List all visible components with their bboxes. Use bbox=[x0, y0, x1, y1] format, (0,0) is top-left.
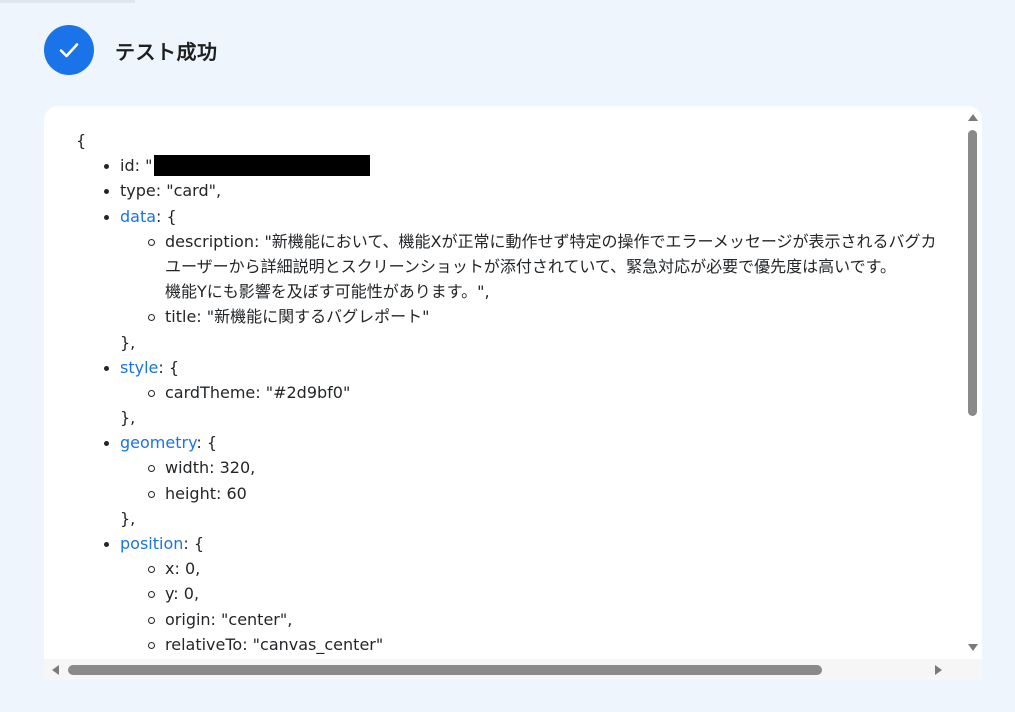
circle-bullet-icon bbox=[148, 566, 155, 574]
check-icon bbox=[59, 43, 79, 58]
geometry-close: }, bbox=[120, 508, 136, 528]
description-text-2: ユーザーから詳細説明とスクリーンショットが添付されていて、緊急対応が必要で優先度… bbox=[165, 256, 897, 276]
data-close: }, bbox=[120, 332, 136, 352]
json-item-data: data: { bbox=[76, 204, 937, 229]
scroll-left-arrow-icon[interactable] bbox=[52, 665, 59, 675]
circle-bullet-icon bbox=[148, 591, 155, 599]
data-open: : { bbox=[156, 206, 177, 226]
json-item-height: height: 60 bbox=[76, 481, 937, 506]
circle-bullet-icon bbox=[148, 616, 155, 624]
circle-bullet-icon bbox=[148, 389, 155, 397]
circle-bullet-icon bbox=[148, 490, 155, 498]
width-text: width: 320, bbox=[165, 458, 256, 478]
relative-to-text: relativeTo: "canvas_center" bbox=[165, 634, 384, 654]
style-open: : { bbox=[158, 357, 180, 377]
style-key: style bbox=[120, 357, 159, 377]
bullet-icon bbox=[104, 189, 109, 195]
result-title: テスト成功 bbox=[115, 39, 218, 64]
json-item-card-theme: cardTheme: "#2d9bf0" bbox=[76, 380, 937, 405]
json-tree: { id: " type: "card", data: { descriptio… bbox=[76, 128, 937, 657]
horizontal-scrollbar[interactable] bbox=[44, 659, 964, 680]
y-text: y: 0, bbox=[165, 584, 200, 604]
id-text: id: " bbox=[120, 156, 153, 176]
scroll-down-arrow-icon[interactable] bbox=[968, 644, 978, 651]
bullet-icon bbox=[104, 365, 109, 371]
scroll-right-arrow-icon[interactable] bbox=[935, 665, 942, 675]
description-text-1: description: "新機能において、機能Xが正常に動作せず特定の操作でエ… bbox=[165, 231, 937, 251]
x-text: x: 0, bbox=[165, 559, 201, 579]
bullet-icon bbox=[104, 441, 109, 447]
geometry-key: geometry bbox=[120, 433, 197, 453]
json-item-description: description: "新機能において、機能Xが正常に動作せず特定の操作でエ… bbox=[76, 229, 937, 254]
json-item-style: style: { bbox=[76, 355, 937, 380]
bullet-icon bbox=[104, 214, 109, 220]
bullet-icon bbox=[104, 164, 109, 170]
result-header: テスト成功 bbox=[44, 25, 218, 75]
circle-bullet-icon bbox=[148, 314, 155, 322]
circle-bullet-icon bbox=[148, 465, 155, 473]
json-item-type: type: "card", bbox=[76, 178, 937, 203]
position-open: : { bbox=[183, 534, 205, 553]
card-theme-text: cardTheme: "#2d9bf0" bbox=[165, 382, 351, 402]
style-close: }, bbox=[120, 408, 136, 428]
scroll-up-arrow-icon[interactable] bbox=[968, 114, 978, 121]
description-text-3: 機能Yにも影響を及ぼす可能性があります。", bbox=[165, 282, 490, 302]
json-item-position: position: { bbox=[76, 531, 937, 556]
position-key: position bbox=[120, 534, 184, 553]
bullet-icon bbox=[104, 542, 109, 547]
json-item-title: title: "新機能に関するバグレポート" bbox=[76, 304, 937, 329]
json-output-panel: { id: " type: "card", data: { descriptio… bbox=[44, 106, 982, 680]
top-strip bbox=[0, 0, 135, 3]
vertical-scroll-thumb[interactable] bbox=[968, 130, 977, 416]
circle-bullet-icon bbox=[148, 238, 155, 246]
json-item-y: y: 0, bbox=[76, 581, 937, 606]
origin-text: origin: "center", bbox=[165, 609, 293, 629]
type-text: type: "card", bbox=[120, 181, 222, 201]
circle-bullet-icon bbox=[148, 641, 155, 649]
json-scroll-area[interactable]: { id: " type: "card", data: { descriptio… bbox=[44, 106, 964, 659]
json-item-width: width: 320, bbox=[76, 455, 937, 480]
json-item-relative-to: relativeTo: "canvas_center" bbox=[76, 632, 937, 657]
json-item-id: id: " bbox=[76, 153, 937, 178]
geometry-open: : { bbox=[196, 433, 218, 453]
success-badge bbox=[44, 25, 94, 75]
data-key: data bbox=[120, 206, 157, 226]
json-open-brace: { bbox=[76, 131, 87, 150]
title-text: title: "新機能に関するバグレポート" bbox=[165, 307, 430, 327]
json-item-geometry: geometry: { bbox=[76, 430, 937, 455]
redacted-id bbox=[154, 155, 371, 177]
json-item-x: x: 0, bbox=[76, 556, 937, 581]
horizontal-scroll-thumb[interactable] bbox=[68, 665, 822, 675]
vertical-scrollbar[interactable] bbox=[964, 106, 982, 659]
scrollbar-corner bbox=[964, 659, 982, 680]
height-text: height: 60 bbox=[165, 483, 247, 503]
json-item-origin: origin: "center", bbox=[76, 607, 937, 632]
